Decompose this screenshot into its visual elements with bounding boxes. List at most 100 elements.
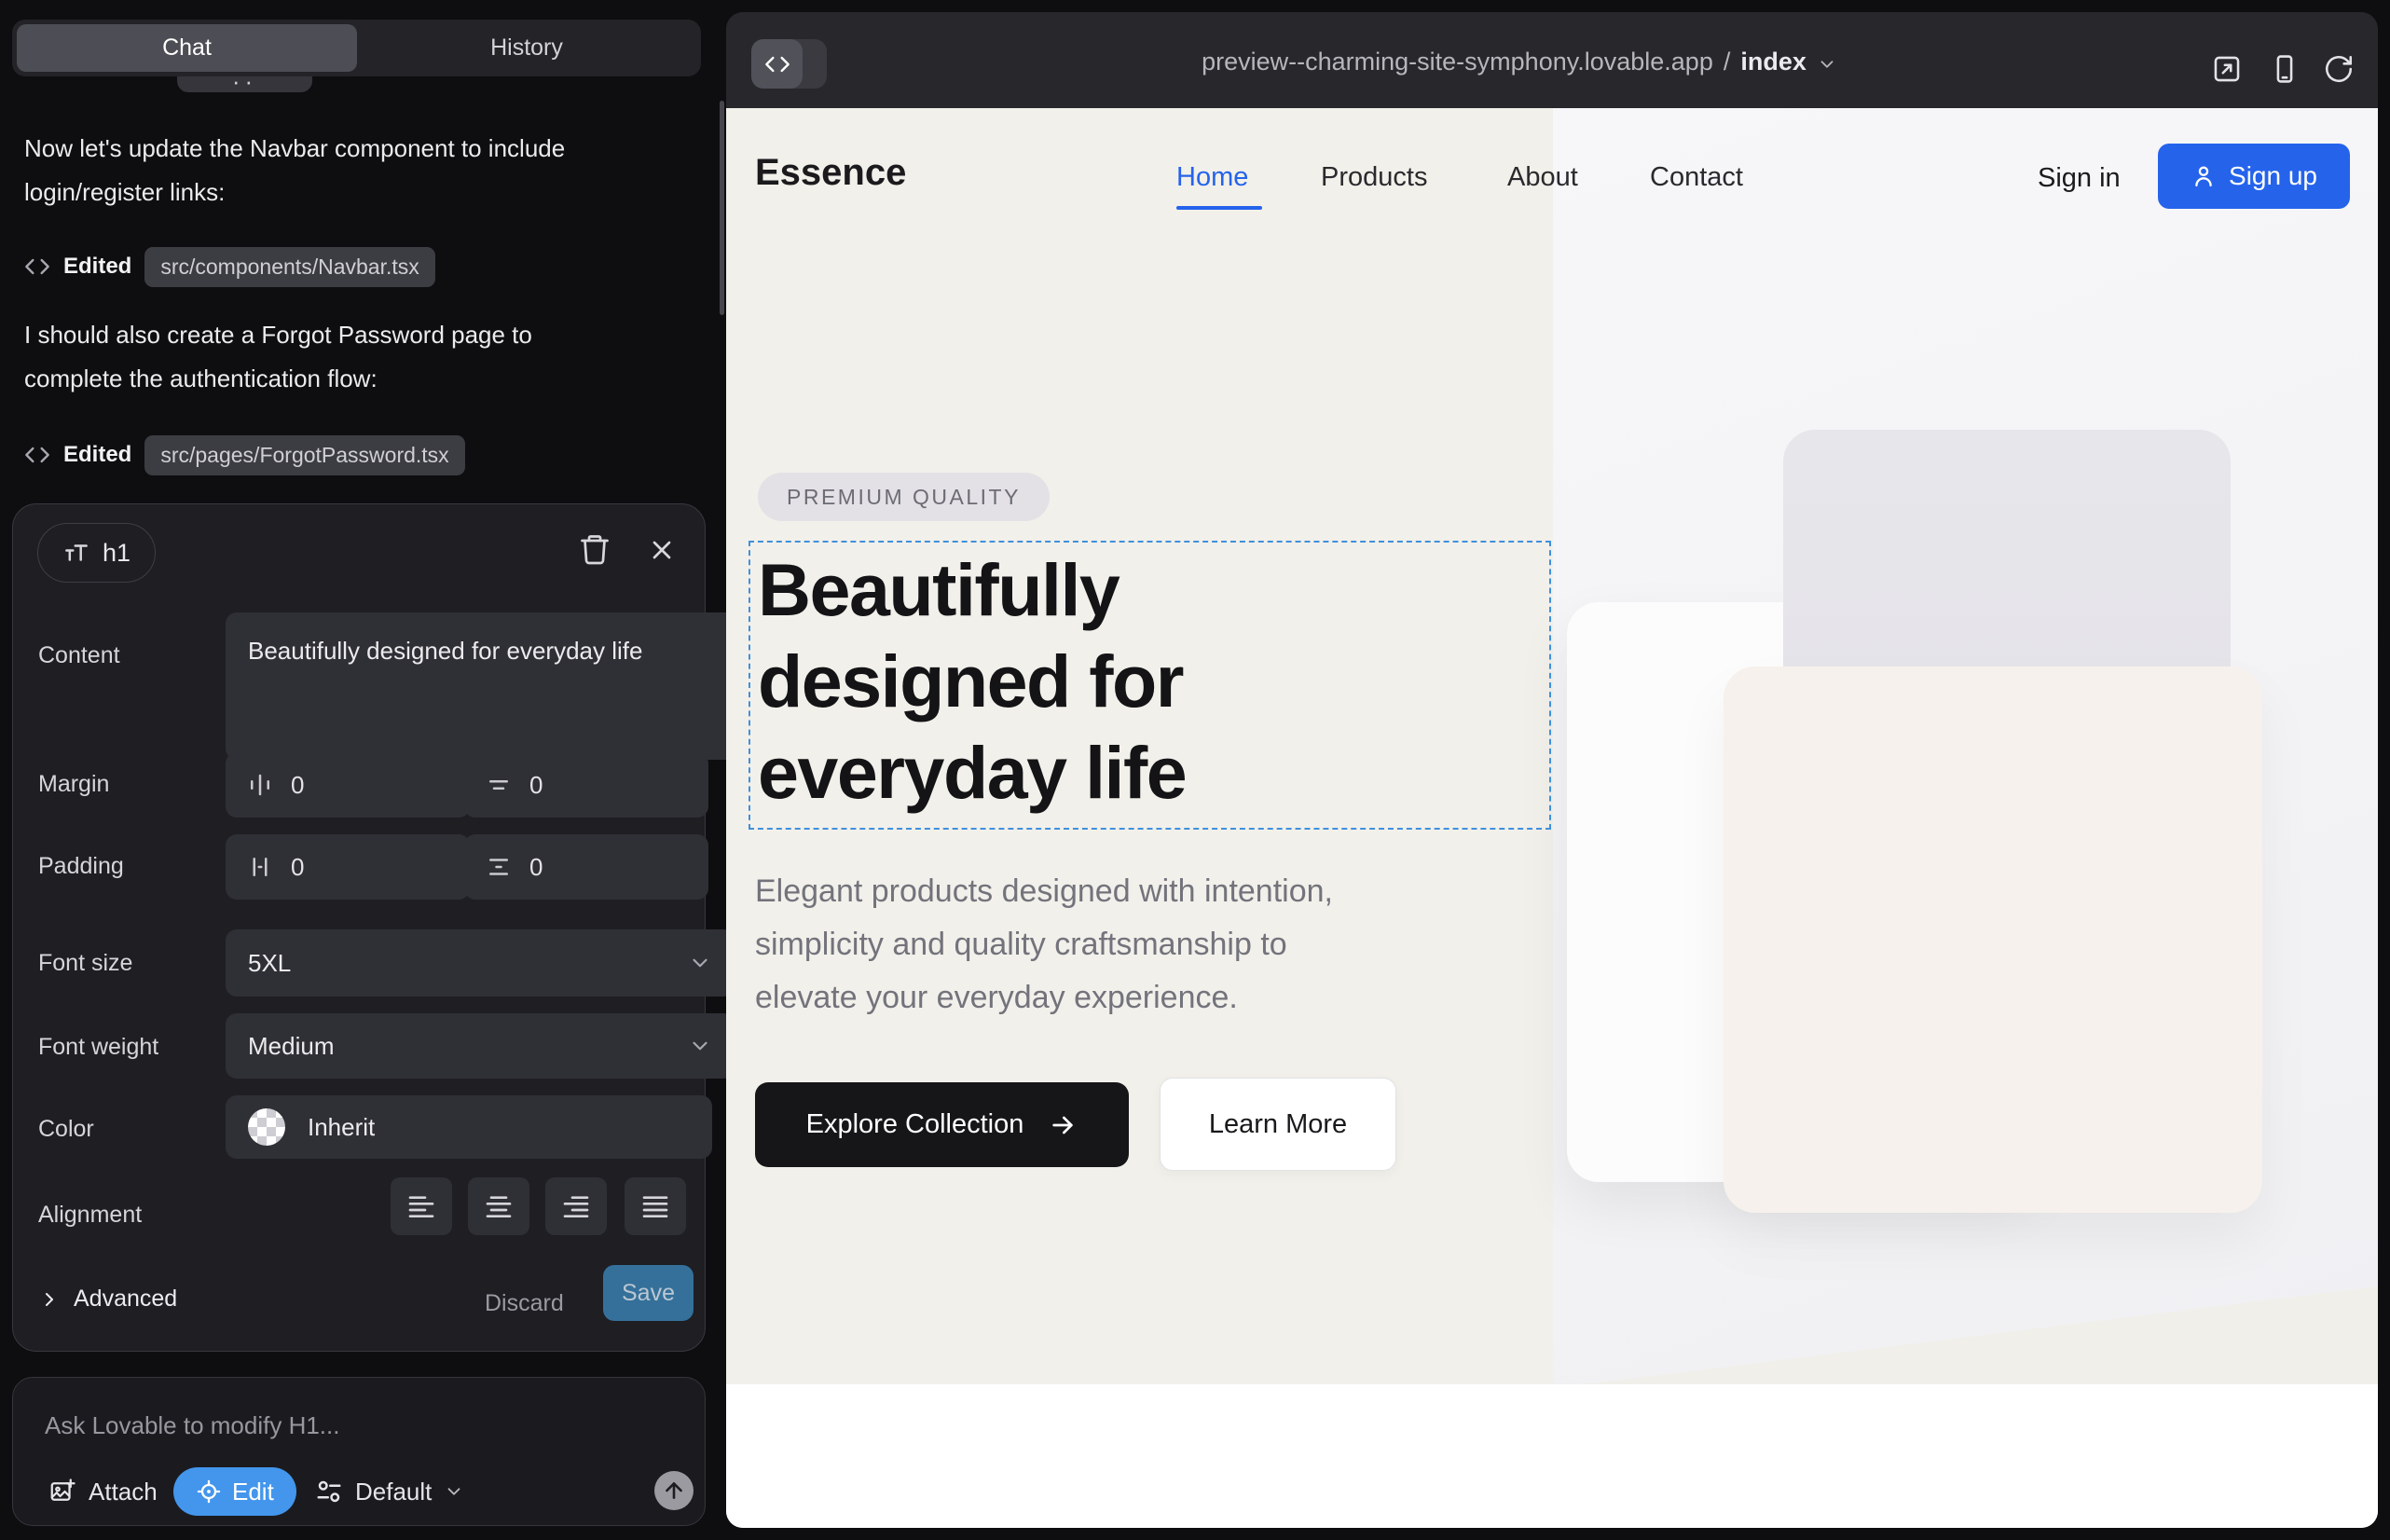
align-justify-button[interactable] <box>625 1177 686 1235</box>
mode-label: Default <box>355 1478 432 1506</box>
font-size-value: 5XL <box>248 949 291 978</box>
app-root: { "left_panel": { "tabs": { "chat": "Cha… <box>0 0 2390 1540</box>
hero-paragraph-line: simplicity and quality craftsmanship to <box>755 918 1333 971</box>
model-mode-button[interactable]: Default <box>309 1467 470 1516</box>
close-icon <box>647 535 677 565</box>
hero-heading-line: designed for <box>758 636 1186 727</box>
url-breadcrumb[interactable]: preview--charming-site-symphony.lovable.… <box>726 48 2378 76</box>
learn-more-button[interactable]: Learn More <box>1160 1078 1396 1171</box>
arrow-right-icon <box>1048 1110 1078 1140</box>
tab-chat[interactable]: Chat <box>17 24 357 72</box>
section-below-hero <box>726 1384 2378 1528</box>
url-host: preview--charming-site-symphony.lovable.… <box>1202 48 1713 76</box>
assistant-message: I should also create a Forgot Password p… <box>24 313 584 401</box>
hero-paragraph-line: elevate your everyday experience. <box>755 971 1333 1024</box>
margin-y-input[interactable] <box>528 770 643 801</box>
hero-heading-line: Beautifully <box>758 544 1186 636</box>
nav-link-about[interactable]: About <box>1507 162 1578 193</box>
chat-composer: Attach Edit Default <box>12 1377 706 1526</box>
sign-in-button[interactable]: Sign in <box>2032 162 2126 195</box>
padding-label: Padding <box>38 853 124 880</box>
padding-y-field <box>464 834 708 900</box>
hero-card-cream <box>1724 667 2262 1213</box>
site-logo[interactable]: Essence <box>755 152 906 194</box>
edited-file-chip[interactable]: src/pages/ForgotPassword.tsx <box>144 435 464 475</box>
arrow-up-icon <box>662 1478 686 1503</box>
nav-link-products[interactable]: Products <box>1321 162 1427 193</box>
color-select[interactable]: Inherit <box>226 1095 712 1159</box>
site-viewport: Essence Home Products About Contact Sign… <box>726 108 2378 1528</box>
chevron-down-icon <box>1817 54 1837 75</box>
content-textarea[interactable]: Beautifully designed for everyday life <box>226 612 777 760</box>
margin-x-field <box>226 752 470 818</box>
truncated-message-pill: ·· <box>177 76 312 92</box>
align-center-icon <box>484 1191 514 1221</box>
url-separator: / <box>1724 48 1731 76</box>
font-weight-select[interactable]: Medium <box>226 1013 735 1079</box>
refresh-button[interactable] <box>2323 53 2355 85</box>
font-size-select[interactable]: 5XL <box>226 929 735 997</box>
padding-vertical-icon <box>485 853 513 881</box>
active-nav-underline <box>1176 206 1262 210</box>
premium-quality-badge: PREMIUM QUALITY <box>758 473 1050 521</box>
delete-element-button[interactable] <box>578 532 611 566</box>
chevron-down-icon <box>688 1034 712 1058</box>
align-right-button[interactable] <box>545 1177 607 1235</box>
external-link-icon <box>2211 53 2243 85</box>
save-button[interactable]: Save <box>603 1265 694 1321</box>
color-value: Inherit <box>308 1113 375 1142</box>
hero-paragraph-line: Elegant products designed with intention… <box>755 865 1333 918</box>
edited-file-chip[interactable]: src/components/Navbar.tsx <box>144 247 434 287</box>
tab-history[interactable]: History <box>357 20 696 76</box>
margin-vertical-icon <box>485 771 513 799</box>
margin-x-input[interactable] <box>289 770 405 801</box>
close-editor-button[interactable] <box>647 535 677 565</box>
font-weight-value: Medium <box>248 1032 334 1061</box>
padding-y-input[interactable] <box>528 852 643 883</box>
margin-horizontal-icon <box>246 771 274 799</box>
font-size-label: Font size <box>38 950 132 977</box>
chat-history-tabs: Chat History <box>12 20 701 76</box>
send-button[interactable] <box>654 1471 694 1510</box>
open-in-new-tab-button[interactable] <box>2211 53 2243 85</box>
assistant-message: Now let's update the Navbar component to… <box>24 127 584 214</box>
element-tag-label: h1 <box>103 539 130 568</box>
selected-element-chip: h1 <box>37 523 156 583</box>
user-icon <box>2191 163 2217 189</box>
advanced-toggle[interactable]: Advanced <box>38 1286 177 1313</box>
hero-heading[interactable]: Beautifully designed for everyday life <box>758 544 1186 818</box>
align-center-button[interactable] <box>468 1177 529 1235</box>
content-label: Content <box>38 642 120 669</box>
chat-scrollbar[interactable] <box>720 101 724 315</box>
trash-icon <box>578 532 611 566</box>
align-left-button[interactable] <box>391 1177 452 1235</box>
edited-label: Edited <box>63 254 131 280</box>
attach-image-icon <box>48 1478 76 1506</box>
discard-button[interactable]: Discard <box>479 1289 570 1318</box>
chevron-down-icon <box>688 951 712 975</box>
advanced-label: Advanced <box>74 1286 177 1313</box>
sign-up-button[interactable]: Sign up <box>2158 144 2350 209</box>
transparent-swatch-icon <box>248 1108 285 1146</box>
nav-link-contact[interactable]: Contact <box>1650 162 1743 193</box>
nav-link-home[interactable]: Home <box>1176 162 1248 193</box>
mobile-view-button[interactable] <box>2269 53 2301 85</box>
padding-x-field <box>226 834 470 900</box>
code-icon <box>24 442 50 468</box>
explore-collection-button[interactable]: Explore Collection <box>755 1082 1129 1167</box>
hero-paragraph: Elegant products designed with intention… <box>755 865 1333 1024</box>
color-label: Color <box>38 1116 94 1143</box>
font-weight-label: Font weight <box>38 1034 158 1061</box>
align-left-icon <box>406 1191 436 1221</box>
code-icon <box>24 254 50 280</box>
attach-label: Attach <box>89 1478 158 1506</box>
attach-button[interactable]: Attach <box>43 1467 163 1516</box>
refresh-icon <box>2323 53 2355 85</box>
smartphone-icon <box>2269 53 2301 85</box>
preview-panel: preview--charming-site-symphony.lovable.… <box>726 12 2378 1528</box>
padding-x-input[interactable] <box>289 852 405 883</box>
chevron-down-icon <box>444 1481 464 1502</box>
composer-input[interactable] <box>43 1398 643 1452</box>
chevron-right-icon <box>38 1288 61 1311</box>
edit-mode-button[interactable]: Edit <box>173 1467 296 1516</box>
